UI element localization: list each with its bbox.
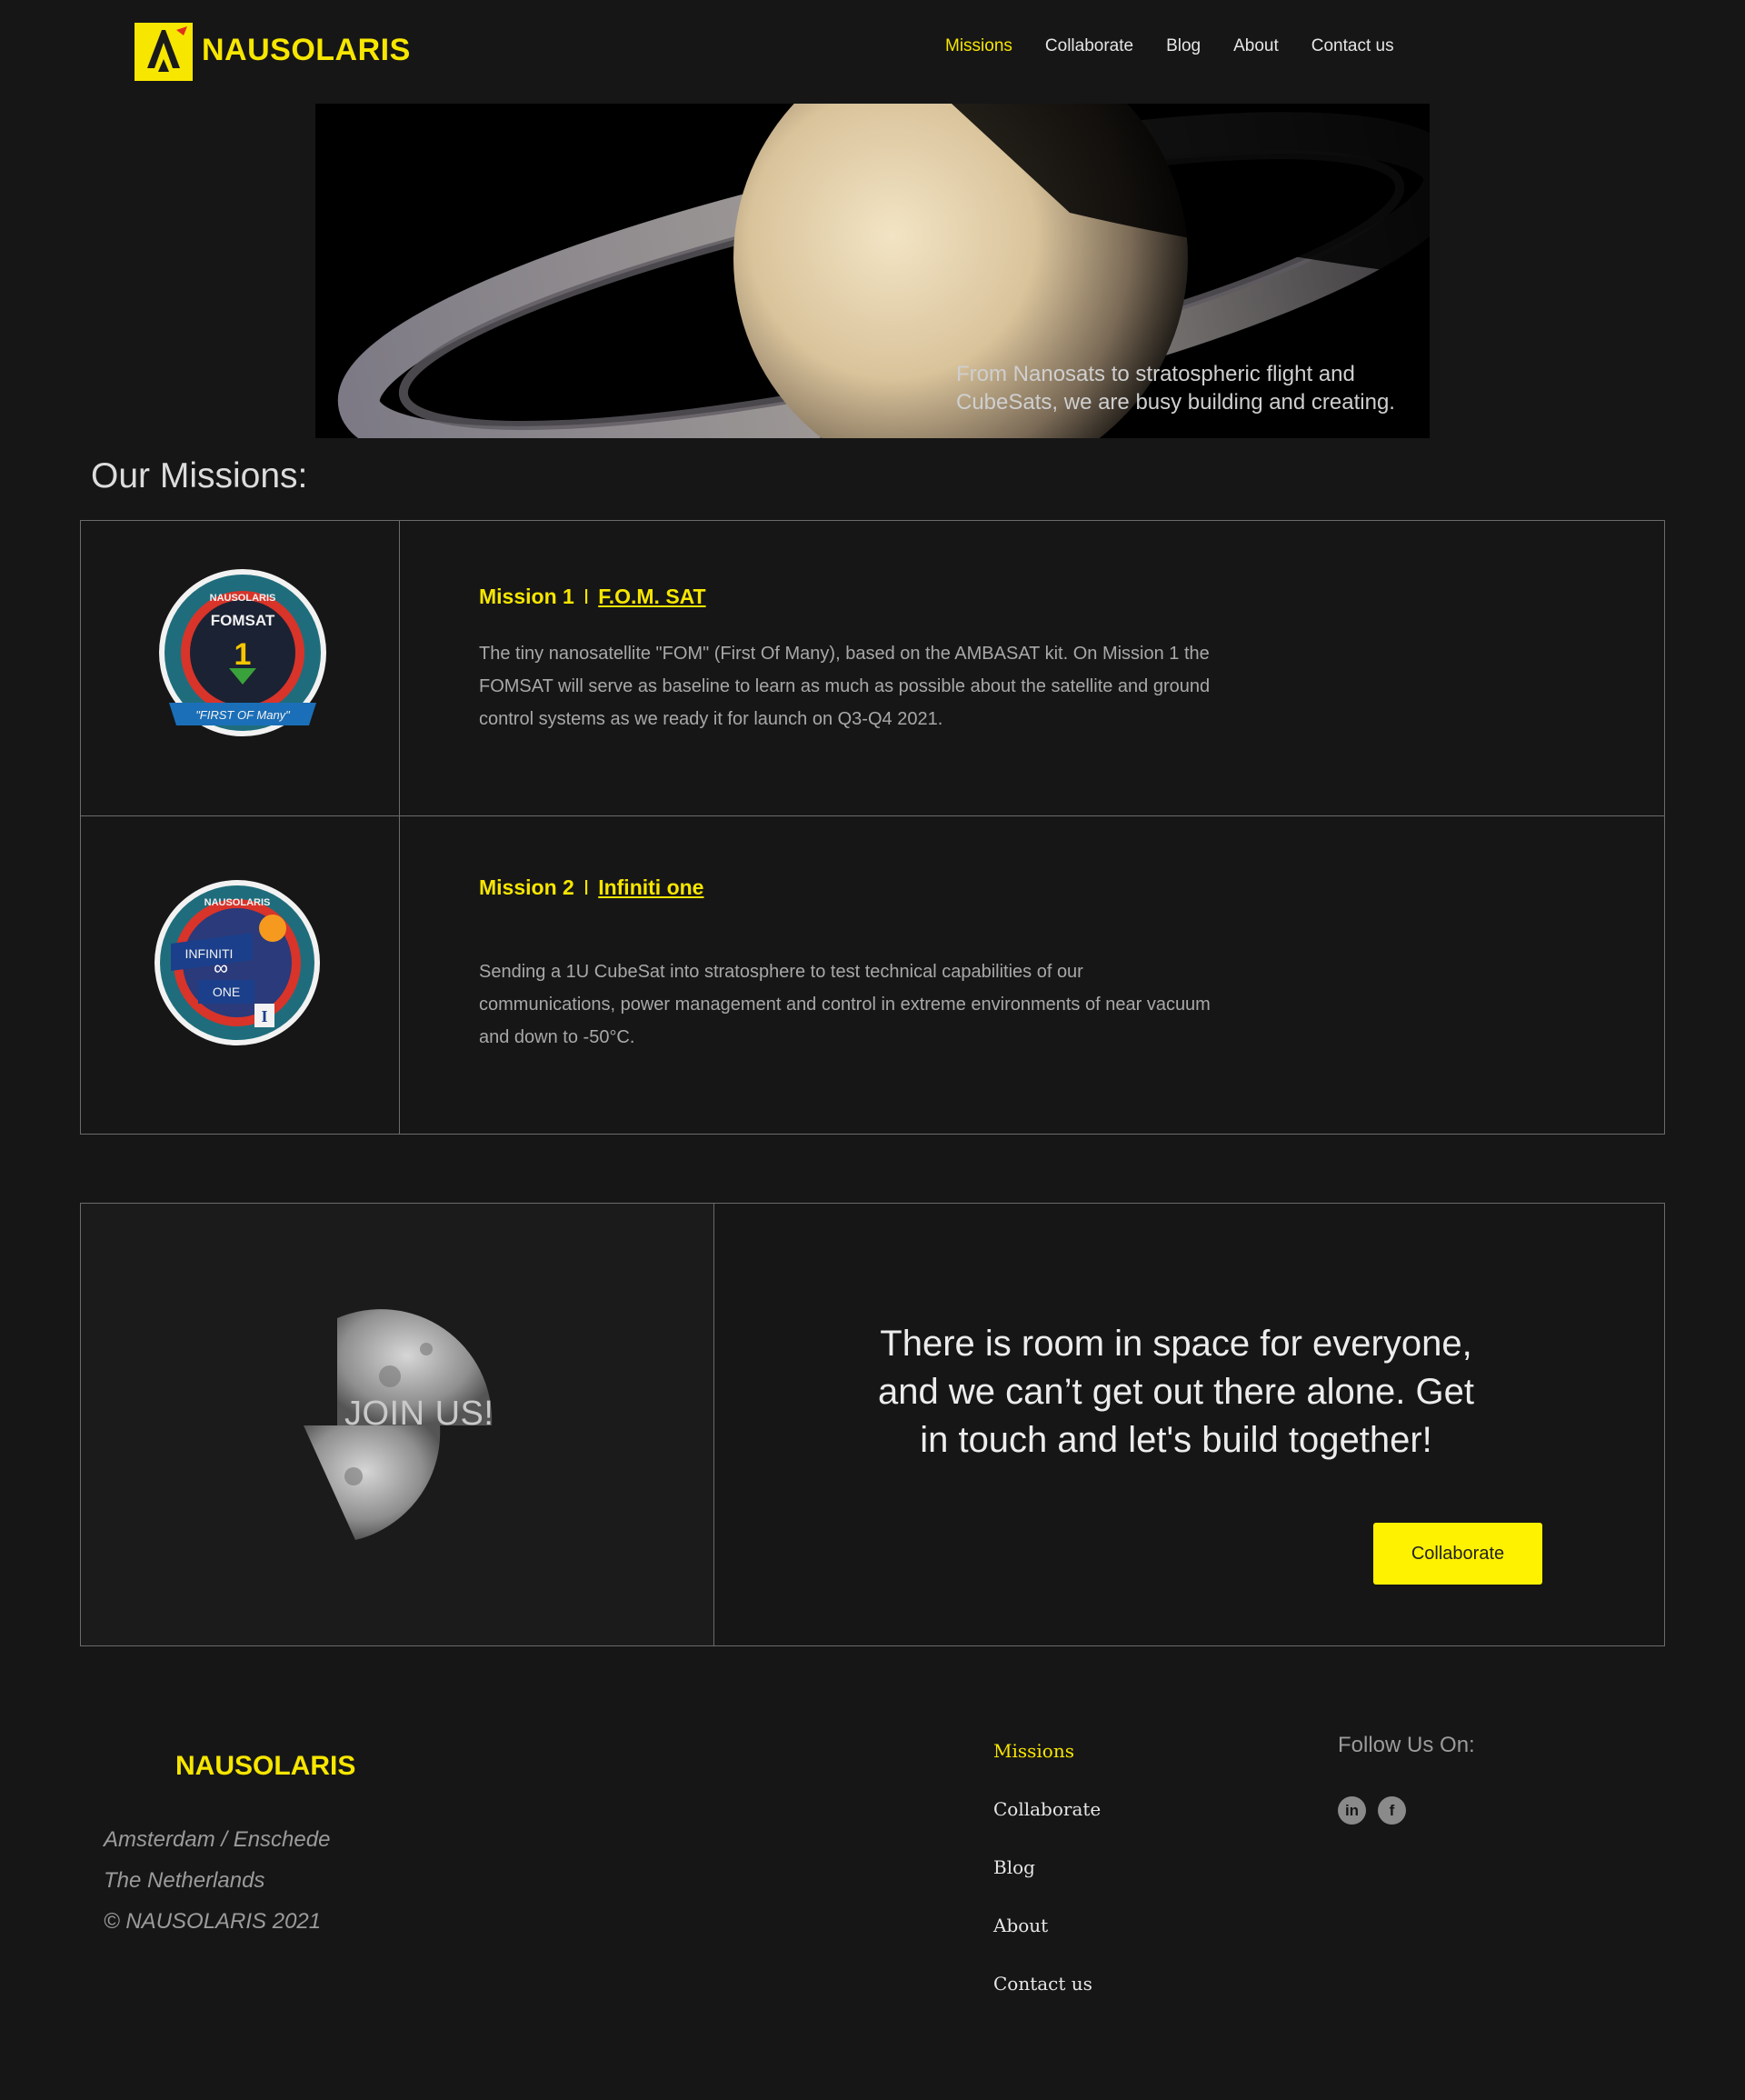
join-section: JOIN US! There is room in space for ever… xyxy=(80,1203,1665,1646)
badge-line2: ONE xyxy=(213,985,240,999)
footer-nav-contact[interactable]: Contact us xyxy=(993,1973,1101,2031)
mission-label: Mission 2 xyxy=(479,875,574,899)
collaborate-button[interactable]: Collaborate xyxy=(1373,1523,1542,1585)
footer-nav-collaborate[interactable]: Collaborate xyxy=(993,1798,1101,1856)
fomsat-badge-icon: NAUSOLARIS FOMSAT 1 "FIRST OF Many" xyxy=(159,569,326,736)
mission-link[interactable]: Infiniti one xyxy=(598,875,703,899)
nav-item-collaborate[interactable]: Collaborate xyxy=(1045,36,1133,56)
mission-description: Sending a 1U CubeSat into stratosphere t… xyxy=(479,962,1211,1047)
logo-icon[interactable] xyxy=(135,23,193,81)
nav-item-blog[interactable]: Blog xyxy=(1166,36,1201,56)
svg-text:∞: ∞ xyxy=(214,956,228,979)
mission-badge-cell: NAUSOLARIS FOMSAT 1 "FIRST OF Many" xyxy=(81,521,400,815)
badge-number: 1 xyxy=(234,637,252,672)
mission-row: NAUSOLARIS INFINITI ∞ ONE I Mission 2 I In… xyxy=(81,816,1664,1135)
follow-label: Follow Us On: xyxy=(1338,1733,1475,1757)
footer-nav-blog[interactable]: Blog xyxy=(993,1856,1101,1915)
badge-ribbon-text: "FIRST OF Many" xyxy=(195,708,291,722)
hero-caption: From Nanosats to stratospheric flight an… xyxy=(956,362,1395,415)
missions-table: NAUSOLARIS FOMSAT 1 "FIRST OF Many" Miss… xyxy=(80,520,1665,1135)
main-nav: Missions Collaborate Blog About Contact … xyxy=(945,36,1427,56)
nav-item-missions[interactable]: Missions xyxy=(945,36,1012,56)
mission-badge-cell: NAUSOLARIS INFINITI ∞ ONE I xyxy=(81,816,400,1135)
badge-top-text: NAUSOLARIS xyxy=(204,897,271,908)
badge-top-text: NAUSOLARIS xyxy=(210,593,276,604)
footer-nav: Missions Collaborate Blog About Contact … xyxy=(993,1740,1101,2031)
badge-center-text: FOMSAT xyxy=(211,612,275,629)
footer-nav-missions[interactable]: Missions xyxy=(993,1740,1101,1798)
mission-description: The tiny nanosatellite "FOM" (First Of M… xyxy=(479,644,1211,729)
title-separator: I xyxy=(583,875,590,899)
nav-item-about[interactable]: About xyxy=(1233,36,1279,56)
linkedin-icon[interactable]: in xyxy=(1338,1796,1366,1825)
hero-banner: From Nanosats to stratospheric flight an… xyxy=(315,104,1430,438)
footer-nav-about[interactable]: About xyxy=(993,1915,1101,1973)
join-image: JOIN US! xyxy=(81,1204,714,1645)
join-label: JOIN US! xyxy=(344,1395,494,1433)
footer-logo-text[interactable]: NAUSOLARIS xyxy=(175,1751,355,1782)
title-separator: I xyxy=(583,585,590,608)
section-title: Our Missions: xyxy=(91,456,308,495)
footer-address-line: The Netherlands xyxy=(104,1868,265,1893)
mission-link[interactable]: F.O.M. SAT xyxy=(598,585,705,608)
mission-label: Mission 1 xyxy=(479,585,574,608)
join-quote: There is room in space for everyone, and… xyxy=(878,1324,1474,1460)
footer-copyright: © NAUSOLARIS 2021 xyxy=(104,1909,322,1934)
badge-mark: I xyxy=(261,1007,267,1025)
logo-text[interactable]: NAUSOLARIS xyxy=(202,33,411,68)
infiniti-one-badge-icon: NAUSOLARIS INFINITI ∞ ONE I xyxy=(155,880,320,1045)
mission-title: Mission 1 I F.O.M. SAT xyxy=(479,585,706,609)
mission-title: Mission 2 I Infiniti one xyxy=(479,875,703,900)
footer-address-line: Amsterdam / Enschede xyxy=(104,1827,331,1852)
nav-item-contact[interactable]: Contact us xyxy=(1311,36,1394,56)
mission-row: NAUSOLARIS FOMSAT 1 "FIRST OF Many" Miss… xyxy=(81,521,1664,816)
facebook-icon[interactable]: f xyxy=(1378,1796,1406,1825)
